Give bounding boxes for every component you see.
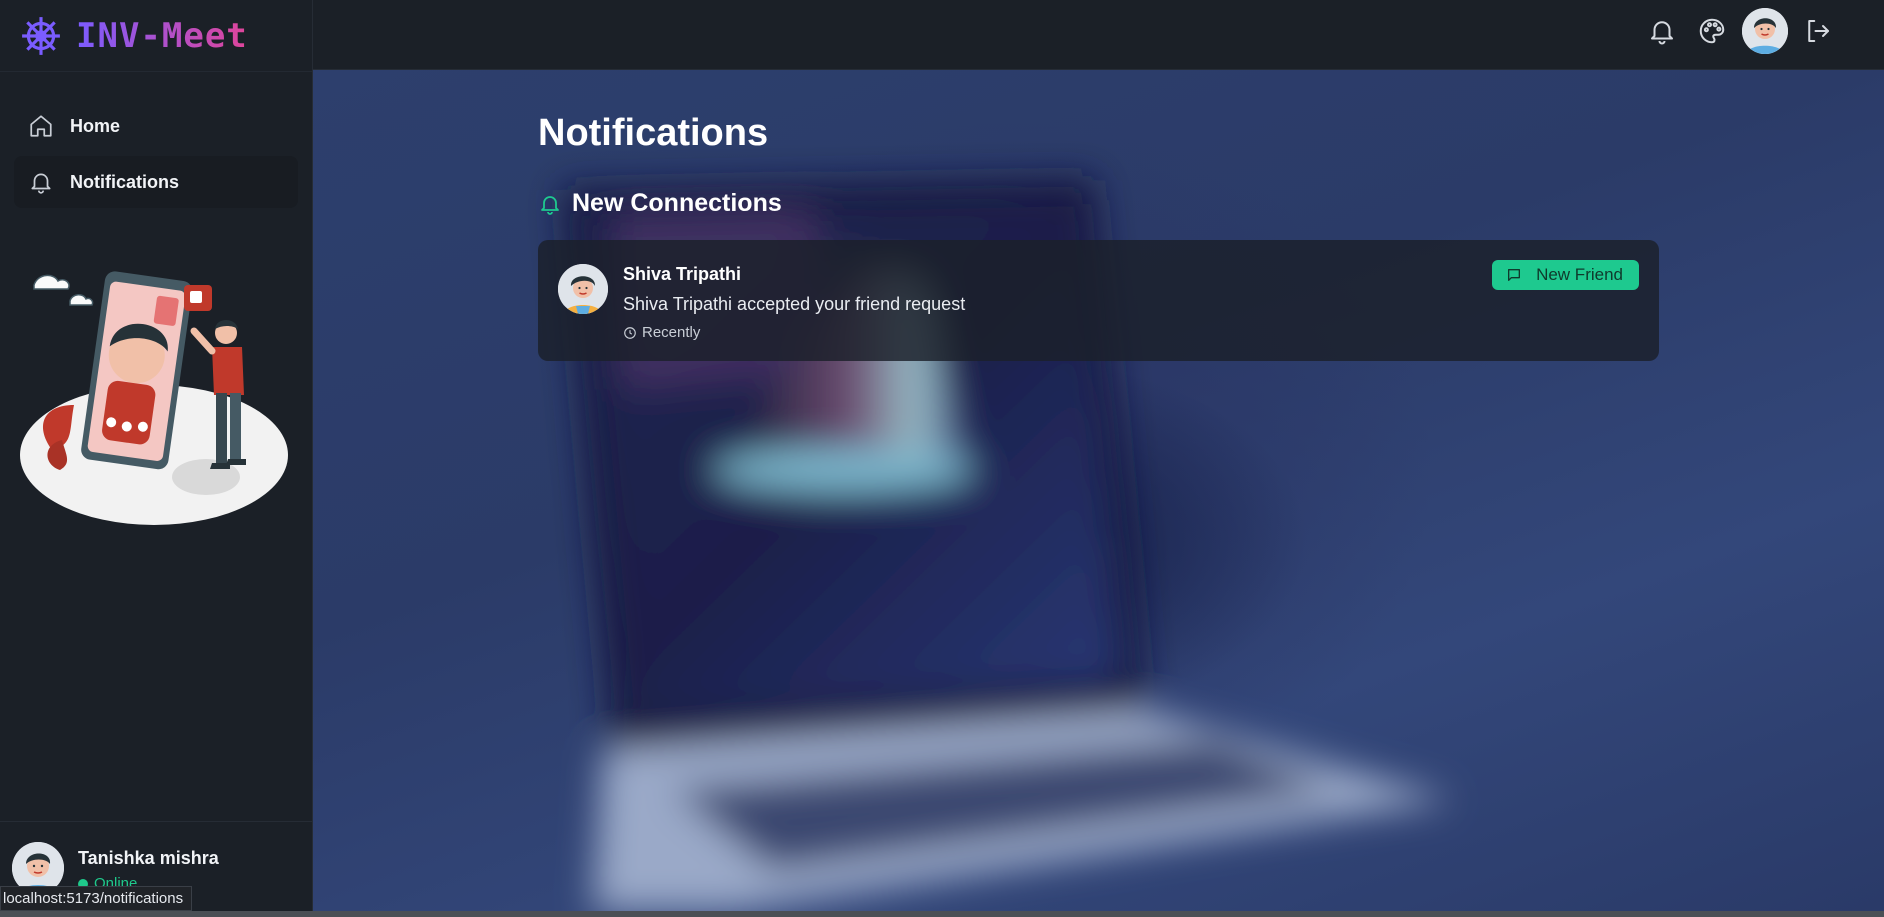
notification-sender: Shiva Tripathi xyxy=(623,264,742,284)
sidebar-nav: Home Notifications xyxy=(0,86,312,208)
theme-button[interactable] xyxy=(1692,11,1732,51)
main-content: Notifications New Connections Shiva Trip… xyxy=(313,70,1884,911)
bell-icon xyxy=(541,195,559,215)
new-friend-badge[interactable]: New Friend xyxy=(1492,260,1639,290)
app-name: INV-Meet xyxy=(76,15,248,56)
bell-icon xyxy=(31,173,51,194)
profile-name: Tanishka mishra xyxy=(78,848,219,868)
message-icon xyxy=(1508,269,1521,281)
sidebar: INV-Meet Home Notifications Tanishka mis… xyxy=(0,0,313,917)
sidebar-item-notifications[interactable]: Notifications xyxy=(14,156,298,208)
home-icon xyxy=(30,115,52,137)
sidebar-item-label: Notifications xyxy=(70,171,180,192)
notification-message: Shiva Tripathi accepted your friend requ… xyxy=(623,294,966,314)
section-header: New Connections xyxy=(538,189,1659,218)
page-title: Notifications xyxy=(538,112,769,154)
notification-card[interactable]: Shiva Tripathi Shiva Tripathi accepted y… xyxy=(538,240,1659,361)
brand[interactable]: INV-Meet xyxy=(0,0,312,72)
status-bar-url: localhost:5173/notifications xyxy=(0,886,193,911)
sidebar-item-home[interactable]: Home xyxy=(14,100,298,152)
avatar xyxy=(558,264,608,314)
notification-time: Recently xyxy=(623,324,700,341)
window-bottom-edge xyxy=(0,911,1884,917)
palette-icon xyxy=(1699,18,1725,44)
avatar[interactable] xyxy=(1742,8,1788,54)
time-text: Recently xyxy=(642,324,701,341)
sidebar-item-label: Home xyxy=(70,115,121,136)
logout-button[interactable] xyxy=(1798,11,1838,51)
dharma-wheel-icon xyxy=(22,16,60,55)
bell-icon xyxy=(1651,21,1673,45)
logout-icon xyxy=(1808,20,1829,42)
notifications-button[interactable] xyxy=(1642,11,1682,51)
clock-icon xyxy=(624,326,636,339)
badge-label: New Friend xyxy=(1536,265,1623,284)
notifications-content: Notifications New Connections Shiva Trip… xyxy=(538,70,1659,361)
top-bar xyxy=(313,0,1884,70)
section-title: New Connections xyxy=(572,189,782,217)
video-call-illustration xyxy=(20,271,288,525)
header-actions xyxy=(1632,8,1838,54)
